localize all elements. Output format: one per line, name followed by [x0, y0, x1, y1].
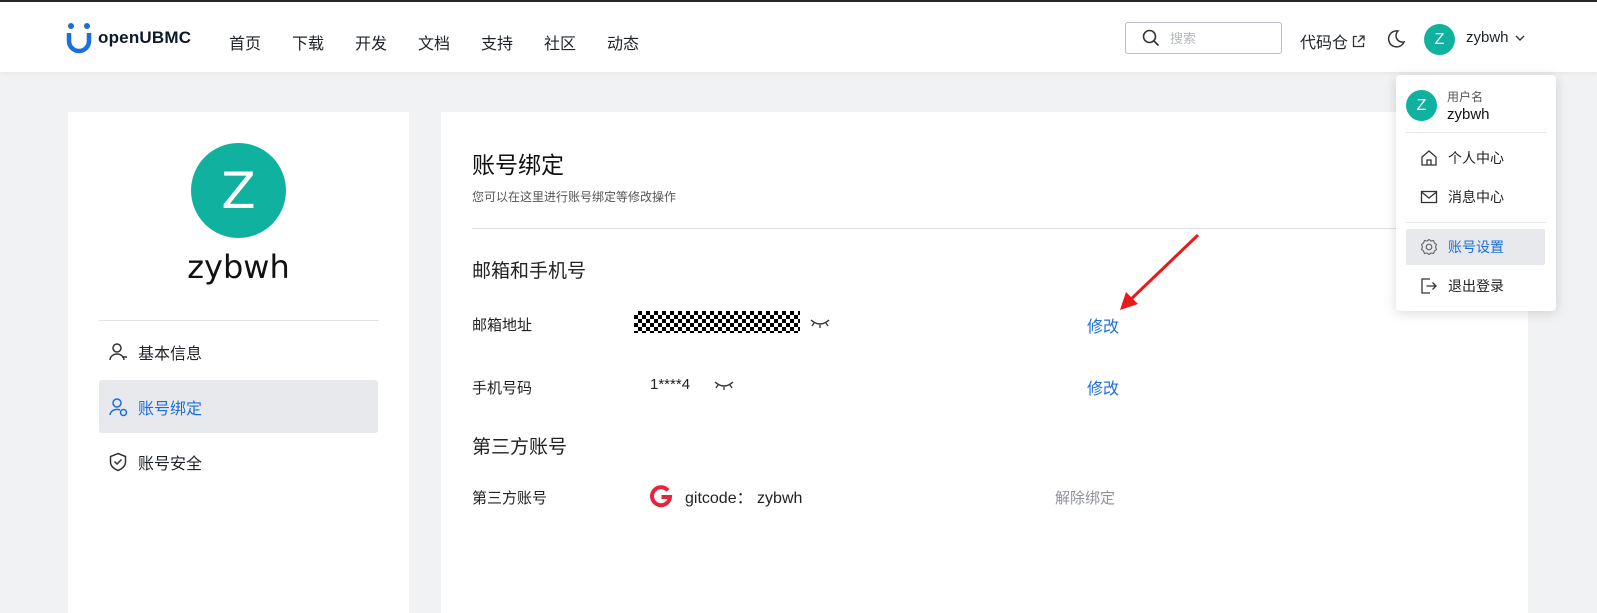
menu-item-account-settings[interactable]: 账号设置 — [1406, 229, 1545, 265]
sidebar-item-account-binding[interactable]: 账号绑定 — [99, 380, 378, 433]
third-party-label: 第三方账号 — [472, 490, 548, 507]
header-user-menu[interactable]: zybwh — [1466, 29, 1525, 46]
sidebar-item-label: 账号绑定 — [138, 400, 203, 418]
top-header: openUBMC 首页 下载 开发 文档 支持 社区 动态 代码仓 Z zybw… — [0, 2, 1597, 72]
sidebar-item-label: 基本信息 — [138, 345, 203, 363]
sidebar-item-basic-info[interactable]: 基本信息 — [99, 325, 378, 378]
dropdown-username: zybwh — [1447, 106, 1490, 123]
annotation-arrow-icon — [1120, 233, 1200, 310]
nav-item-home[interactable]: 首页 — [229, 30, 292, 54]
user-icon — [109, 342, 127, 360]
gear-icon — [1420, 238, 1438, 256]
logo-text: openUBMC — [98, 28, 192, 47]
search-icon — [1142, 29, 1160, 47]
email-value-redacted — [634, 311, 800, 333]
menu-item-personal-center[interactable]: 个人中心 — [1406, 140, 1545, 176]
phone-label: 手机号码 — [472, 380, 533, 397]
chevron-down-icon — [1515, 35, 1525, 41]
menu-item-message-center[interactable]: 消息中心 — [1406, 179, 1545, 215]
profile-sidebar: Z zybwh 基本信息 账号绑定 账号安全 — [68, 112, 409, 613]
main-nav: 首页 下载 开发 文档 支持 社区 动态 — [229, 30, 670, 54]
user-link-icon — [109, 397, 128, 416]
nav-item-news[interactable]: 动态 — [607, 30, 670, 54]
nav-item-docs[interactable]: 文档 — [418, 30, 481, 54]
openubmc-logo-icon — [66, 23, 92, 54]
profile-name: zybwh — [187, 248, 290, 286]
home-icon — [1421, 150, 1437, 166]
nav-item-support[interactable]: 支持 — [481, 30, 544, 54]
dark-mode-moon-icon[interactable] — [1386, 29, 1406, 49]
header-avatar[interactable]: Z — [1424, 24, 1455, 55]
logout-icon — [1421, 278, 1437, 294]
search-box[interactable] — [1125, 22, 1282, 54]
menu-item-label: 消息中心 — [1448, 189, 1504, 205]
menu-item-label: 个人中心 — [1448, 150, 1504, 166]
user-dropdown-menu: Z 用户名 zybwh 个人中心 消息中心 账号设置 退出登录 — [1396, 75, 1556, 311]
code-repo-link[interactable]: 代码仓 — [1300, 29, 1365, 53]
edit-phone-link[interactable]: 修改 — [1087, 375, 1119, 399]
sidebar-item-account-security[interactable]: 账号安全 — [99, 435, 378, 488]
external-link-icon — [1352, 34, 1365, 47]
nav-item-download[interactable]: 下载 — [292, 30, 355, 54]
site-logo[interactable]: openUBMC — [66, 22, 191, 54]
nav-item-develop[interactable]: 开发 — [355, 30, 418, 54]
third-party-account: gitcode： zybwh — [649, 484, 802, 508]
menu-item-label: 账号设置 — [1448, 239, 1504, 255]
sidebar-item-label: 账号安全 — [138, 455, 203, 473]
section-title-third-party: 第三方账号 — [472, 437, 568, 458]
mail-icon — [1420, 190, 1438, 204]
unbind-link[interactable]: 解除绑定 — [1055, 487, 1115, 508]
dropdown-username-label: 用户名 — [1447, 90, 1484, 104]
section-title-contact: 邮箱和手机号 — [472, 261, 587, 282]
code-repo-label: 代码仓 — [1300, 35, 1349, 52]
phone-value: 1****4 — [650, 376, 691, 393]
search-input[interactable] — [1170, 30, 1270, 46]
profile-avatar: Z — [191, 143, 286, 238]
gitcode-logo-icon — [650, 485, 673, 508]
account-binding-panel: 账号绑定 您可以在这里进行账号绑定等修改操作 邮箱和手机号 邮箱地址 修改 手机… — [441, 112, 1528, 613]
dropdown-divider — [1406, 132, 1546, 133]
eye-closed-icon[interactable] — [713, 379, 735, 391]
menu-item-logout[interactable]: 退出登录 — [1406, 268, 1545, 304]
page-subtitle: 您可以在这里进行账号绑定等修改操作 — [472, 190, 677, 204]
eye-closed-icon[interactable] — [809, 317, 831, 329]
edit-email-link[interactable]: 修改 — [1087, 313, 1119, 337]
shield-check-icon — [109, 452, 127, 471]
page-title: 账号绑定 — [472, 152, 564, 178]
email-label: 邮箱地址 — [472, 317, 533, 334]
sidebar-divider — [99, 320, 379, 321]
menu-item-label: 退出登录 — [1448, 278, 1504, 294]
dropdown-divider — [1406, 222, 1546, 223]
nav-item-community[interactable]: 社区 — [544, 30, 607, 54]
title-divider — [472, 228, 1528, 229]
dropdown-avatar: Z — [1406, 90, 1437, 121]
header-user-name: zybwh — [1466, 29, 1509, 46]
third-party-account-text: gitcode： zybwh — [685, 490, 803, 507]
